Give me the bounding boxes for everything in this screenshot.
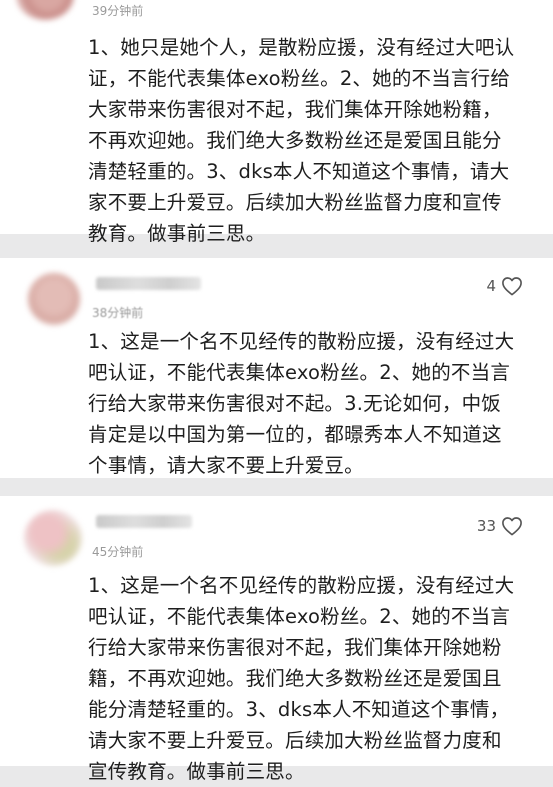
avatar[interactable]: [16, 0, 74, 20]
comment-line: 个事情，请大家不要上升爱豆。: [88, 454, 364, 477]
comment-line: 吧认证，不能代表集体exo粉丝。2、她的不当言: [88, 361, 511, 384]
comment-text: 1、这是一个名不见经传的散粉应援，没有经过大 吧认证，不能代表集体exo粉丝。2…: [88, 326, 539, 481]
comment-line: 大家带来伤害很对不起，我们集体开除她粉籍，: [88, 98, 502, 121]
comment-line: 肯定是以中国为第一位的，都暻秀本人不知道这: [88, 423, 502, 446]
comment-line: 请大家不要上升爱豆。后续加大粉丝监督力度和: [88, 729, 502, 752]
comment-line: 1、她只是她个人，是散粉应援，没有经过大吧认: [88, 36, 515, 59]
comment-time: 39分钟前: [92, 4, 144, 18]
username-redacted[interactable]: [96, 515, 192, 528]
username-redacted[interactable]: [96, 277, 201, 290]
comment-line: 清楚轻重的。3、dks本人不知道这个事情，请大: [88, 160, 510, 183]
comment-line: 行给大家带来伤害很对不起。3.无论如何，中饭: [88, 392, 502, 415]
comment-line: 不再欢迎她。我们绝大多数粉丝还是爱国且能分: [88, 129, 502, 152]
comment-line: 吧认证，不能代表集体exo粉丝。2、她的不当言: [88, 605, 511, 628]
comment-text: 1、她只是她个人，是散粉应援，没有经过大吧认 证，不能代表集体exo粉丝。2、她…: [88, 32, 539, 249]
comment-line: 宣传教育。做事前三思。: [88, 760, 305, 783]
like-count: 4: [486, 277, 496, 295]
comment-line: 1、这是一个名不见经传的散粉应援，没有经过大: [88, 574, 515, 597]
comment-line: 教育。做事前三思。: [88, 222, 266, 245]
comment-time: 45分钟前: [92, 545, 144, 559]
comment-line: 行给大家带来伤害很对不起，我们集体开除她粉: [88, 636, 502, 659]
comment-line: 证，不能代表集体exo粉丝。2、她的不当言行给: [88, 67, 511, 90]
like-button[interactable]: 33: [477, 516, 523, 536]
avatar[interactable]: [24, 510, 82, 566]
comment-line: 能分清楚轻重的。3、dks本人不知道这个事情，: [88, 698, 510, 721]
comment-line: 家不要上升爱豆。后续加大粉丝监督力度和宣传: [88, 191, 502, 214]
like-button[interactable]: 4: [486, 276, 523, 296]
like-count: 33: [476, 517, 496, 535]
comment-line: 籍，不再欢迎她。我们绝大多数粉丝还是爱国且: [88, 667, 502, 690]
heart-outline-icon[interactable]: [501, 516, 523, 536]
comment-line: 1、这是一个名不见经传的散粉应援，没有经过大: [88, 330, 515, 353]
avatar[interactable]: [28, 273, 80, 325]
comment-card: 39分钟前 1、她只是她个人，是散粉应援，没有经过大吧认 证，不能代表集体exo…: [0, 0, 553, 245]
heart-outline-icon[interactable]: [501, 276, 523, 296]
comment-time: 38分钟前: [92, 306, 144, 320]
comment-text: 1、这是一个名不见经传的散粉应援，没有经过大 吧认证，不能代表集体exo粉丝。2…: [88, 570, 539, 787]
